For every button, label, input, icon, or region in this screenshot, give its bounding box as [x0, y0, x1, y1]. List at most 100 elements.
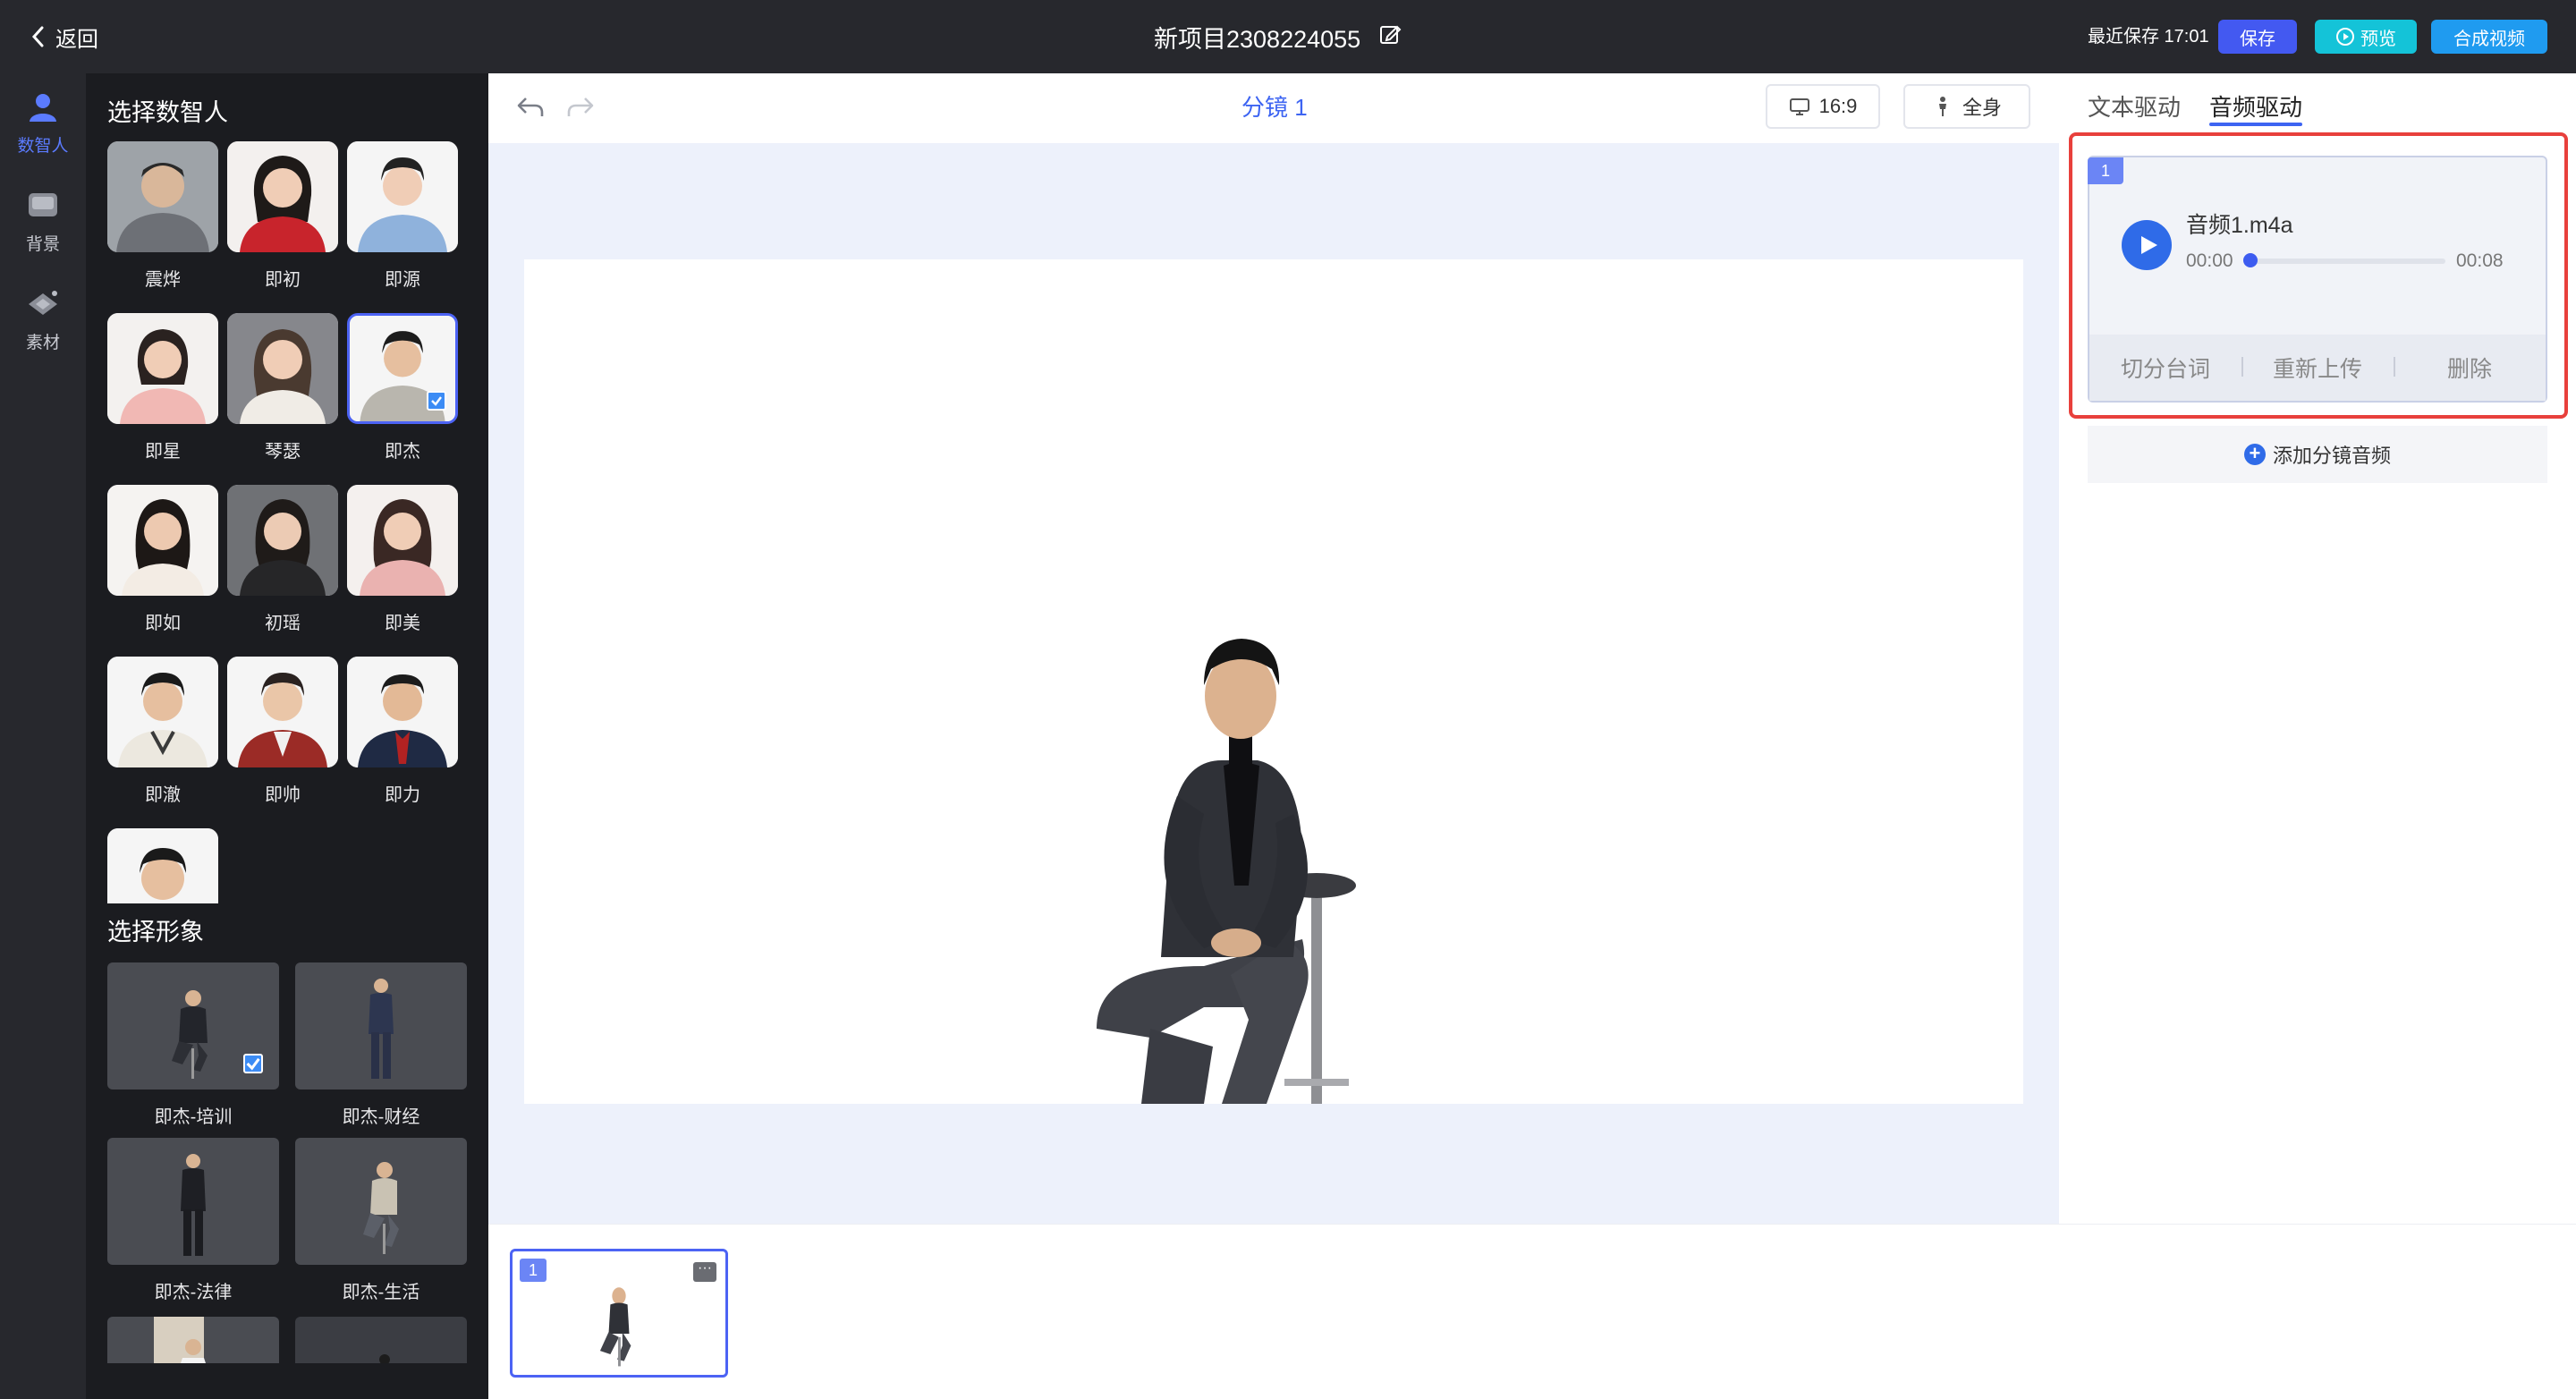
full-body-icon	[1938, 97, 1946, 116]
avatar-card[interactable]	[227, 657, 338, 767]
selected-check-icon	[427, 391, 446, 411]
rail-label: 背景	[25, 235, 60, 254]
image-photo	[181, 1154, 206, 1256]
avatar-card-selected[interactable]	[347, 313, 458, 424]
background-icon	[29, 193, 57, 216]
save-label: 保存	[2240, 29, 2275, 49]
plus-icon: +	[2243, 444, 2266, 465]
image-card[interactable]	[295, 1317, 467, 1363]
avatar-name: 即美	[385, 614, 420, 633]
scene-thumbnail[interactable]: 1 ···	[510, 1249, 728, 1378]
avatar-name: 即杰	[385, 442, 420, 462]
tab-text-drive[interactable]: 文本驱动	[2088, 89, 2181, 123]
aspect-ratio-label: 16:9	[1818, 95, 1858, 117]
redo-icon[interactable]	[565, 93, 596, 120]
avatar-photo	[107, 313, 218, 424]
avatar-name: 即源	[385, 270, 420, 290]
avatar-photo	[107, 141, 218, 252]
aspect-ratio-button[interactable]: 16:9	[1766, 84, 1880, 129]
avatar-name: 即如	[145, 614, 181, 633]
avatar-card[interactable]	[227, 141, 338, 252]
avatar-photo	[227, 485, 338, 596]
preview-button[interactable]: 预览	[2315, 20, 2417, 54]
avatar-name: 即力	[385, 785, 420, 805]
compose-label: 合成视频	[2453, 29, 2525, 49]
image-photo	[154, 1317, 206, 1363]
avatar-section-title: 选择数智人	[107, 99, 228, 126]
back-button[interactable]: 返回	[30, 20, 98, 54]
avatar-card[interactable]	[227, 485, 338, 596]
rail-item-avatar[interactable]: 数智人	[0, 89, 86, 170]
scene-timeline	[488, 1224, 2576, 1399]
avatar-card[interactable]	[227, 313, 338, 424]
compose-video-button[interactable]: 合成视频	[2431, 20, 2547, 54]
avatar-name: 即星	[145, 442, 181, 462]
more-options-icon[interactable]: ···	[693, 1261, 716, 1282]
edit-title-icon[interactable]	[1378, 22, 1402, 52]
add-audio-label: 添加分镜音频	[2272, 445, 2391, 467]
avatar-photo	[347, 657, 458, 767]
video-canvas[interactable]	[524, 259, 2023, 1104]
tab-audio-drive[interactable]: 音频驱动	[2209, 89, 2302, 123]
avatar-photo	[107, 485, 218, 596]
avatar-photo	[227, 657, 338, 767]
rail-label: 数智人	[17, 137, 69, 156]
avatar-card[interactable]	[347, 485, 458, 596]
rail-item-material[interactable]: 素材	[0, 286, 86, 367]
add-scene-audio-button[interactable]: + 添加分镜音频	[2088, 426, 2547, 483]
body-framing-button[interactable]: 全身	[1903, 84, 2030, 129]
avatar-photo	[107, 657, 218, 767]
rail-item-background[interactable]: 背景	[0, 188, 86, 268]
image-card[interactable]	[107, 1138, 279, 1265]
avatar-card[interactable]	[347, 657, 458, 767]
chevron-left-icon	[31, 26, 44, 47]
scene-number: 1	[520, 1259, 547, 1282]
avatar-card[interactable]	[107, 657, 218, 767]
active-tab-underline	[2209, 123, 2302, 126]
image-photo	[369, 979, 394, 1079]
avatar-card[interactable]	[107, 141, 218, 252]
left-rail	[0, 73, 86, 1399]
avatar-name: 即初	[265, 270, 301, 290]
body-framing-label: 全身	[1962, 97, 2002, 119]
project-title: 新项目2308224055	[1154, 25, 1361, 53]
monitor-icon	[1789, 98, 1809, 115]
avatar-name: 即帅	[265, 785, 301, 805]
scene-title: 分镜 1	[1241, 94, 1308, 121]
image-card[interactable]	[295, 962, 467, 1090]
back-label: 返回	[55, 27, 98, 52]
image-name: 即杰-法律	[154, 1283, 233, 1302]
avatar-name: 即澈	[145, 785, 181, 805]
highlight-box	[2069, 132, 2568, 419]
avatar-card[interactable]	[107, 828, 218, 903]
presenter-figure	[1097, 639, 1356, 1104]
person-icon	[30, 94, 56, 122]
save-button[interactable]: 保存	[2218, 20, 2297, 54]
image-name: 即杰-生活	[342, 1283, 420, 1302]
avatar-photo	[227, 313, 338, 424]
avatar-card[interactable]	[107, 313, 218, 424]
play-circle-icon	[2336, 28, 2354, 46]
image-card-selected[interactable]	[107, 962, 279, 1090]
avatar-name: 琴瑟	[265, 442, 301, 462]
image-photo	[379, 1354, 390, 1363]
avatar-card[interactable]	[347, 141, 458, 252]
image-card[interactable]	[107, 1317, 279, 1363]
rail-label: 素材	[25, 334, 60, 352]
image-section-title: 选择形象	[107, 919, 204, 945]
last-save-status: 最近保存 17:01	[2088, 27, 2209, 47]
avatar-photo	[347, 141, 458, 252]
selected-check-icon	[243, 1054, 263, 1073]
image-photo	[363, 1162, 399, 1254]
image-name: 即杰-财经	[342, 1107, 420, 1127]
avatar-name: 初瑶	[265, 614, 301, 633]
image-name: 即杰-培训	[154, 1107, 233, 1127]
project-title-area: 新项目2308224055	[1154, 18, 1402, 55]
image-card[interactable]	[295, 1138, 467, 1265]
material-icon	[29, 291, 57, 315]
avatar-card[interactable]	[107, 485, 218, 596]
avatar-photo	[107, 828, 218, 903]
undo-icon[interactable]	[515, 93, 546, 120]
avatar-photo	[227, 141, 338, 252]
preview-label: 预览	[2360, 29, 2396, 49]
